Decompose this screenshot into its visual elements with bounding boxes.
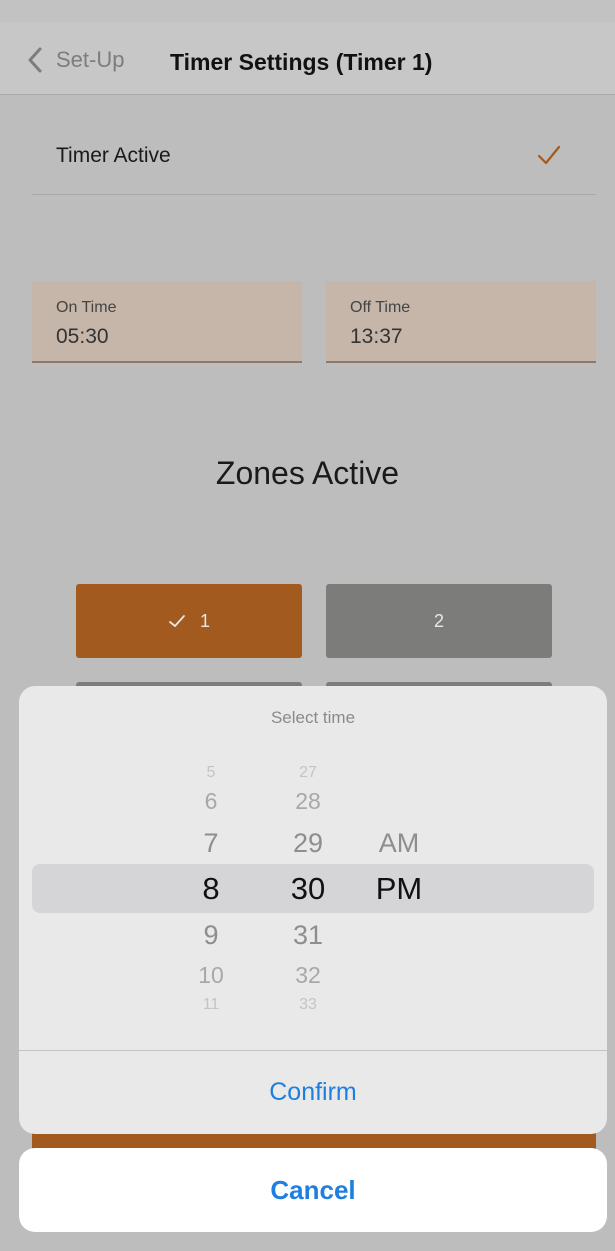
back-button[interactable]: Set-Up	[26, 46, 124, 74]
hour-option-selected[interactable]: 8	[171, 871, 251, 907]
zone-2-button[interactable]: 2	[326, 584, 552, 658]
hour-option[interactable]: 10	[171, 962, 251, 989]
hour-option[interactable]: 11	[171, 996, 251, 1014]
minute-option[interactable]: 28	[268, 788, 348, 815]
navigation-bar: Set-Up Timer Settings (Timer 1)	[0, 22, 615, 95]
checkmark-icon	[537, 145, 561, 165]
on-time-caption: On Time	[56, 299, 117, 316]
minute-option-selected[interactable]: 30	[268, 871, 348, 907]
off-time-field[interactable]: Off Time 13:37	[326, 281, 596, 363]
period-option[interactable]: AM	[359, 828, 439, 859]
zones-title: Zones Active	[215, 455, 400, 491]
confirm-button[interactable]: Confirm	[19, 1051, 607, 1134]
timer-active-row[interactable]: Timer Active	[32, 118, 596, 195]
time-picker-sheet: Select time 5 6 7 8 9 10 11 27 28 29 30 …	[19, 686, 607, 1134]
zone-2-label: 2	[433, 610, 444, 631]
timer-active-label: Timer Active	[56, 144, 171, 167]
hour-option[interactable]: 5	[171, 764, 251, 782]
hour-option[interactable]: 6	[171, 788, 251, 815]
hour-option[interactable]: 7	[171, 828, 251, 859]
minute-option[interactable]: 29	[268, 828, 348, 859]
time-picker[interactable]: 5 6 7 8 9 10 11 27 28 29 30 31 32 33 AM …	[19, 756, 607, 1034]
minute-option[interactable]: 32	[268, 962, 348, 989]
on-time-value: 05:30	[56, 325, 109, 348]
off-time-caption: Off Time	[350, 299, 411, 316]
picker-title: Select time	[270, 708, 356, 727]
hour-option[interactable]: 9	[171, 920, 251, 951]
minute-option[interactable]: 31	[268, 920, 348, 951]
checkmark-icon	[169, 615, 185, 627]
chevron-left-icon	[28, 47, 42, 73]
page-title: Timer Settings (Timer 1)	[170, 49, 433, 75]
back-label: Set-Up	[56, 47, 125, 72]
cancel-button[interactable]: Cancel	[19, 1148, 607, 1232]
status-bar	[0, 0, 615, 22]
period-option-selected[interactable]: PM	[359, 871, 439, 907]
zone-1-button[interactable]: 1	[76, 584, 302, 658]
on-time-field[interactable]: On Time 05:30	[32, 281, 302, 363]
minute-option[interactable]: 33	[268, 996, 348, 1014]
zone-1-label: 1	[199, 610, 210, 631]
minute-option[interactable]: 27	[268, 764, 348, 782]
off-time-value: 13:37	[350, 325, 403, 348]
